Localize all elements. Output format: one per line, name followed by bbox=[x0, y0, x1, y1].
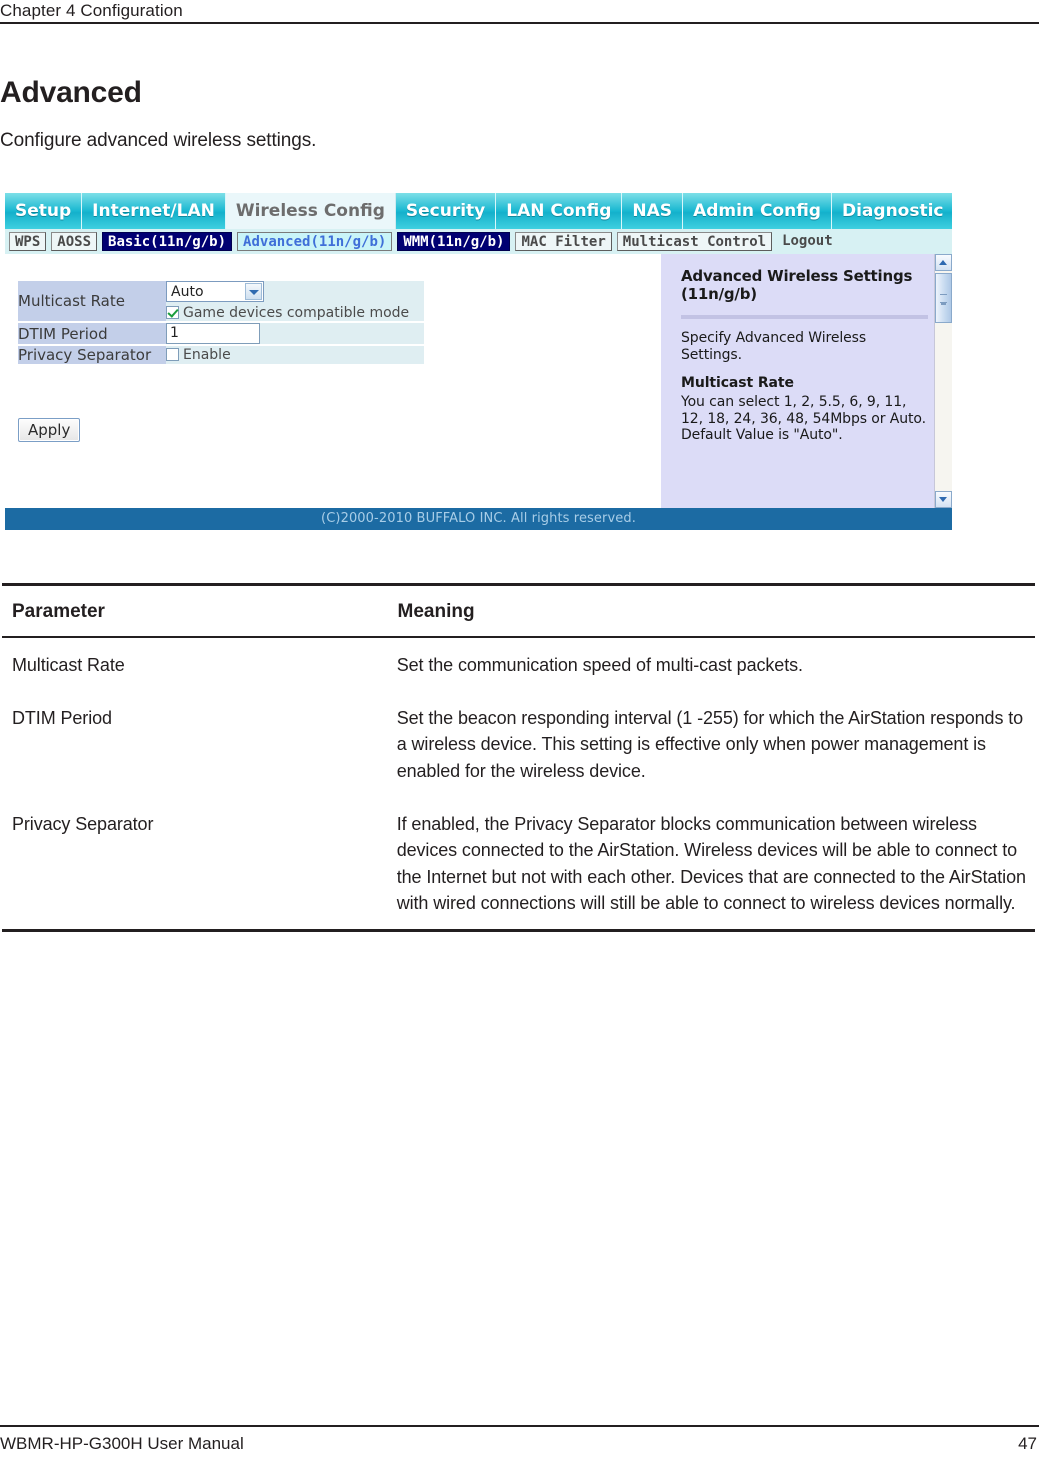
subtab-basic[interactable]: Basic(11n/g/b) bbox=[102, 232, 233, 251]
table-row: Multicast Rate Set the communication spe… bbox=[2, 638, 1035, 691]
multicast-rate-select[interactable]: Auto bbox=[166, 281, 264, 302]
router-ui-screenshot: Setup Internet/LAN Wireless Config Secur… bbox=[5, 193, 952, 541]
nav-tab-security[interactable]: Security bbox=[396, 193, 497, 229]
row-meaning-dtim-period: Set the beacon responding interval (1 -2… bbox=[396, 707, 1024, 781]
scroll-down-arrow-icon[interactable] bbox=[935, 491, 952, 508]
dtim-period-value-cell: 1 bbox=[166, 322, 424, 346]
game-mode-checkbox[interactable] bbox=[166, 306, 179, 319]
settings-row-dtim-period: DTIM Period 1 bbox=[18, 322, 424, 346]
settings-row-privacy-separator: Privacy Separator Enable bbox=[18, 345, 424, 366]
table-bottom-rule bbox=[2, 929, 1035, 932]
multicast-rate-select-value: Auto bbox=[171, 284, 204, 300]
privacy-separator-value-cell: Enable bbox=[166, 345, 424, 366]
table-row: Privacy Separator If enabled, the Privac… bbox=[2, 797, 1035, 930]
help-title-line-1: Advanced Wireless Settings bbox=[681, 267, 913, 285]
nav-tab-internet-lan[interactable]: Internet/LAN bbox=[82, 193, 226, 229]
subtab-wmm[interactable]: WMM(11n/g/b) bbox=[397, 232, 511, 251]
subtab-logout[interactable]: Logout bbox=[777, 232, 838, 251]
sub-navigation-bar: WPS AOSS Basic(11n/g/b) Advanced(11n/g/b… bbox=[5, 229, 952, 254]
row-meaning-multicast-rate: Set the communication speed of multi-cas… bbox=[396, 655, 803, 675]
subtab-multicast-control[interactable]: Multicast Control bbox=[616, 232, 773, 251]
apply-button[interactable]: Apply bbox=[18, 418, 81, 442]
help-intro-text: Specify Advanced Wireless Settings. bbox=[681, 330, 867, 364]
subtab-aoss[interactable]: AOSS bbox=[51, 232, 98, 251]
help-panel: Advanced Wireless Settings (11n/g/b) Spe… bbox=[661, 254, 952, 508]
parameter-table-head: Parameter Meaning bbox=[2, 586, 1035, 636]
privacy-separator-checkbox-label: Enable bbox=[183, 347, 231, 363]
help-body-line-1: You can select 1, 2, 5.5, 6, 9, 11, 12, … bbox=[681, 393, 926, 427]
row-parameter-privacy-separator: Privacy Separator bbox=[12, 813, 154, 834]
main-navigation-bar: Setup Internet/LAN Wireless Config Secur… bbox=[5, 193, 952, 229]
chevron-down-icon[interactable] bbox=[245, 283, 262, 300]
subtab-advanced[interactable]: Advanced(11n/g/b) bbox=[237, 232, 393, 251]
footer-manual-name: WBMR-HP-G300H User Manual bbox=[0, 1434, 244, 1453]
running-head-text: Chapter 4 Configuration bbox=[0, 1, 183, 20]
parameter-table-body: Multicast Rate Set the communication spe… bbox=[2, 638, 1035, 929]
nav-tab-admin-config[interactable]: Admin Config bbox=[683, 193, 832, 229]
advanced-settings-table: Multicast Rate Auto Game devices compati… bbox=[18, 281, 424, 366]
router-copyright-bar: (C)2000-2010 BUFFALO INC. All rights res… bbox=[5, 508, 952, 530]
privacy-separator-checkbox[interactable] bbox=[166, 348, 179, 361]
multicast-rate-value-cell: Auto Game devices compatible mode bbox=[166, 281, 424, 323]
table-row: DTIM Period Set the beacon responding in… bbox=[2, 691, 1035, 797]
game-mode-checkbox-label: Game devices compatible mode bbox=[183, 305, 410, 321]
help-panel-title: Advanced Wireless Settings (11n/g/b) bbox=[681, 267, 930, 303]
dtim-period-input[interactable]: 1 bbox=[166, 323, 260, 344]
header-meaning: Meaning bbox=[397, 601, 475, 622]
page-subtitle: Configure advanced wireless settings. bbox=[0, 130, 317, 151]
router-page-body: Multicast Rate Auto Game devices compati… bbox=[5, 254, 952, 508]
game-mode-checkbox-row[interactable]: Game devices compatible mode bbox=[166, 305, 424, 321]
help-divider bbox=[681, 315, 928, 320]
row-parameter-dtim-period: DTIM Period bbox=[12, 707, 112, 728]
subtab-mac-filter[interactable]: MAC Filter bbox=[515, 232, 612, 251]
row-meaning-privacy-separator: If enabled, the Privacy Separator blocks… bbox=[396, 813, 1026, 914]
privacy-separator-label: Privacy Separator bbox=[18, 345, 166, 366]
help-section-heading: Multicast Rate bbox=[681, 374, 794, 391]
help-body-line-2: Default Value is "Auto". bbox=[681, 427, 843, 444]
multicast-rate-label: Multicast Rate bbox=[18, 281, 166, 323]
nav-tab-nas[interactable]: NAS bbox=[622, 193, 684, 229]
header-parameter: Parameter bbox=[12, 601, 105, 622]
scrollbar-thumb[interactable] bbox=[935, 273, 952, 323]
footer-page-number: 47 bbox=[1018, 1434, 1037, 1453]
nav-tab-diagnostic[interactable]: Diagnostic bbox=[832, 193, 952, 229]
subtab-wps[interactable]: WPS bbox=[9, 232, 47, 251]
parameter-meaning-table: Parameter Meaning Multicast Rate Set the… bbox=[2, 583, 1035, 932]
scroll-up-arrow-icon[interactable] bbox=[935, 254, 952, 271]
privacy-separator-checkbox-row[interactable]: Enable bbox=[166, 347, 424, 363]
page-title: Advanced bbox=[0, 76, 142, 109]
footer-rule bbox=[0, 1425, 1039, 1427]
table-header-row: Parameter Meaning bbox=[2, 586, 1035, 636]
header-rule bbox=[0, 22, 1039, 24]
parameter-table-body-wrap: Multicast Rate Set the communication spe… bbox=[2, 638, 1035, 929]
nav-tab-lan-config[interactable]: LAN Config bbox=[496, 193, 623, 229]
nav-tab-setup[interactable]: Setup bbox=[5, 193, 83, 229]
dtim-period-label: DTIM Period bbox=[18, 322, 166, 346]
parameter-table: Parameter Meaning bbox=[2, 586, 1035, 636]
help-panel-scrollbar[interactable] bbox=[934, 254, 952, 508]
nav-tab-wireless-config[interactable]: Wireless Config bbox=[225, 193, 396, 229]
row-parameter-multicast-rate: Multicast Rate bbox=[12, 655, 125, 675]
settings-row-multicast-rate: Multicast Rate Auto Game devices compati… bbox=[18, 281, 424, 323]
help-title-line-2: (11n/g/b) bbox=[681, 284, 757, 303]
